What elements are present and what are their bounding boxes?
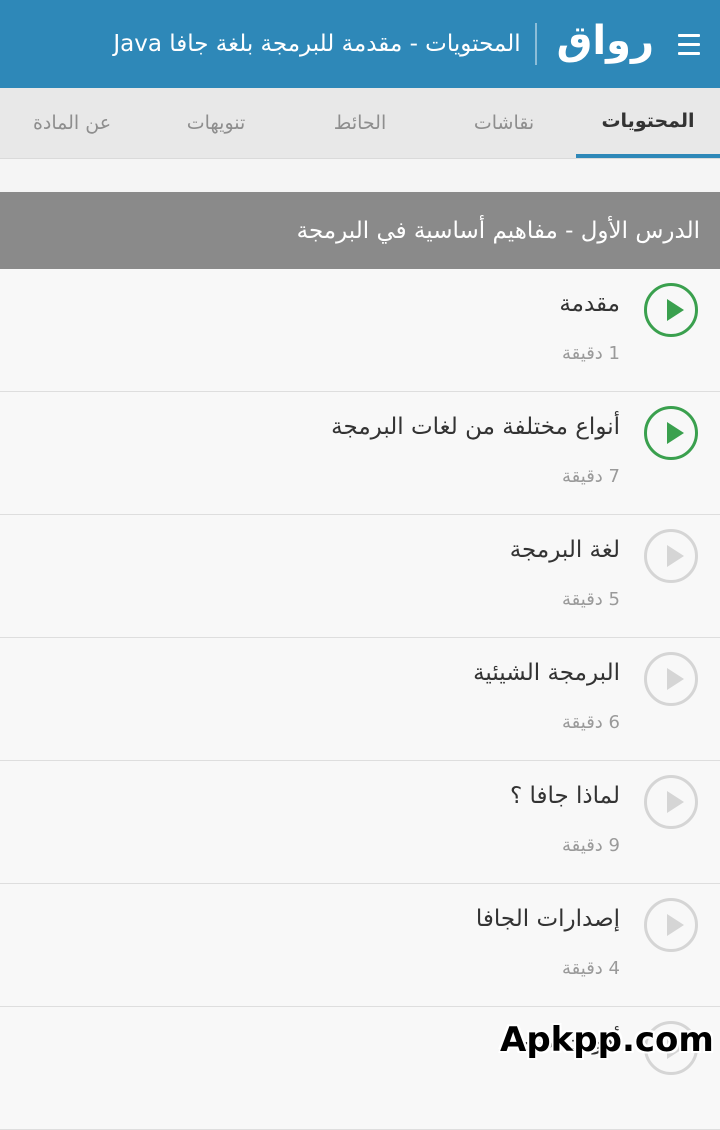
lecture-title: البرمجة الشيئية bbox=[473, 660, 620, 686]
tab-wall[interactable]: الحائط bbox=[288, 88, 432, 158]
lesson-section-header[interactable]: الدرس الأول - مفاهيم أساسية في البرمجة bbox=[0, 192, 720, 269]
lecture-item[interactable]: أنواع مختلفة من لغات البرمجة 7 دقيقة bbox=[0, 392, 720, 515]
tab-discussions[interactable]: نقاشات bbox=[432, 88, 576, 158]
lecture-title: لغة البرمجة bbox=[509, 537, 620, 563]
tab-bar: المحتويات نقاشات الحائط تنويهات عن الماد… bbox=[0, 88, 720, 159]
lecture-item[interactable]: لماذا جافا ؟ 9 دقيقة bbox=[0, 761, 720, 884]
lecture-item[interactable]: لغة البرمجة 5 دقيقة bbox=[0, 515, 720, 638]
lecture-title: مقدمة bbox=[559, 291, 620, 317]
app-bar: رواق المحتويات - مقدمة للبرمجة بلغة جافا… bbox=[0, 0, 720, 88]
lecture-title: إصدارات الجافا bbox=[475, 906, 620, 932]
menu-icon[interactable] bbox=[658, 0, 720, 88]
lecture-title: أنواع مختلفة من لغات البرمجة bbox=[331, 414, 620, 440]
appbar-divider bbox=[534, 23, 537, 65]
lecture-duration: 4 دقيقة bbox=[562, 958, 620, 979]
lecture-duration: 5 دقيقة bbox=[562, 589, 620, 610]
tab-about[interactable]: عن المادة bbox=[0, 88, 144, 158]
lecture-item[interactable]: إصدارات الجافا 4 دقيقة bbox=[0, 884, 720, 1007]
tab-announcements[interactable]: تنويهات bbox=[144, 88, 288, 158]
play-icon[interactable] bbox=[644, 775, 698, 829]
lecture-list: مقدمة 1 دقيقة أنواع مختلفة من لغات البرم… bbox=[0, 269, 720, 1130]
lecture-duration: 9 دقيقة bbox=[562, 835, 620, 856]
lecture-duration: 6 دقيقة bbox=[562, 712, 620, 733]
lecture-title: لماذا جافا ؟ bbox=[509, 783, 620, 809]
watermark: Apkpp.com bbox=[500, 1020, 714, 1060]
page-title: المحتويات - مقدمة للبرمجة بلغة جافا Java bbox=[113, 31, 521, 57]
lecture-duration: 7 دقيقة bbox=[562, 466, 620, 487]
tab-contents[interactable]: المحتويات bbox=[576, 88, 720, 158]
play-icon[interactable] bbox=[644, 406, 698, 460]
play-icon[interactable] bbox=[644, 652, 698, 706]
play-icon[interactable] bbox=[644, 898, 698, 952]
app-logo: رواق bbox=[556, 18, 654, 64]
lecture-item[interactable]: البرمجة الشيئية 6 دقيقة bbox=[0, 638, 720, 761]
lecture-item[interactable]: مقدمة 1 دقيقة bbox=[0, 269, 720, 392]
lecture-duration: 1 دقيقة bbox=[562, 343, 620, 364]
play-icon[interactable] bbox=[644, 529, 698, 583]
play-icon[interactable] bbox=[644, 283, 698, 337]
